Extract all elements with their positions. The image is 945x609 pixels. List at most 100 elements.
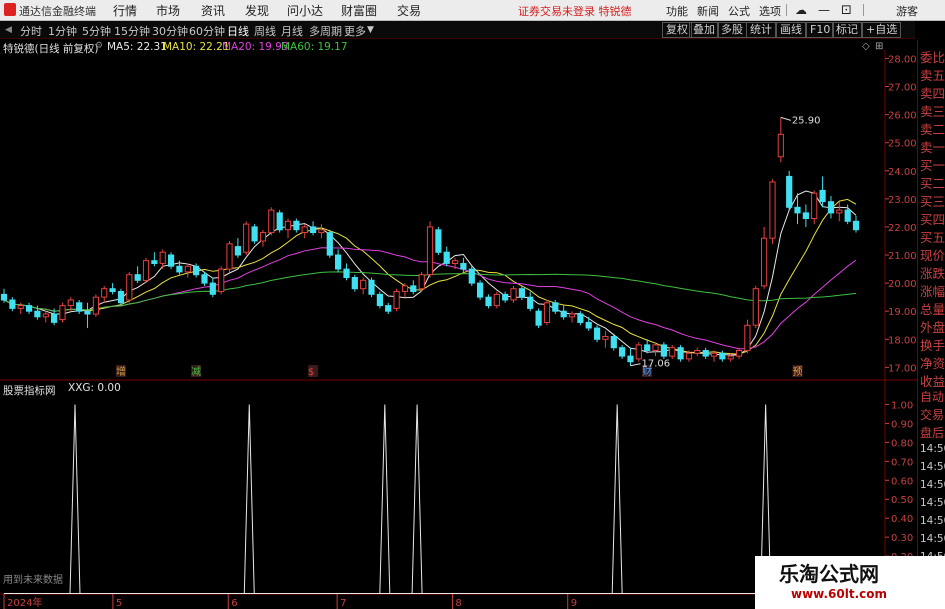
trade-time: 14:50 (920, 443, 945, 455)
menu-trade[interactable]: 交易 (397, 2, 421, 19)
label-sell3: 卖三 (920, 104, 945, 119)
menu-news[interactable]: 资讯 (201, 2, 225, 19)
event-marker-label: 预 (793, 366, 803, 378)
candle-down (34, 310, 41, 318)
stock-name[interactable]: 特锐德(日线 前复权) (3, 41, 99, 56)
candle-up (761, 237, 768, 287)
candle-down (326, 232, 333, 256)
label-change-pct: 涨幅 (920, 284, 945, 299)
candle-down (619, 347, 626, 357)
candle-down (410, 285, 417, 292)
price-tick-label: 21.00 (888, 251, 917, 262)
indicator-tick-label: 0.80 (891, 438, 913, 449)
cloud-icon[interactable]: ☁ (795, 3, 807, 17)
period-more[interactable]: 更多 (344, 23, 366, 39)
candle-down (84, 310, 91, 315)
candle-down (201, 274, 208, 284)
period-monthly[interactable]: 月线 (281, 23, 303, 39)
price-tick-label: 26.00 (888, 111, 917, 122)
login-notice[interactable]: 证券交易未登录 特锐德 (518, 3, 632, 19)
date-tick-label: 5 (116, 598, 122, 609)
adjust-button[interactable]: 复权 (662, 22, 692, 38)
menu-ask-xiaoda[interactable]: 问小达 (287, 2, 323, 19)
candle-down (293, 220, 300, 231)
menu-formula[interactable]: 公式 (728, 3, 750, 19)
candle-down (644, 344, 651, 351)
add-watchlist-button[interactable]: +自选 (862, 22, 902, 38)
label-trade[interactable]: 交易 (920, 406, 944, 423)
ma60-value: MA60: 19.17 (281, 41, 348, 53)
login-notice-text: 证券交易未登录 (518, 5, 595, 18)
candle-up (159, 251, 166, 264)
gear-icon[interactable]: ⚙ (95, 41, 103, 51)
guest-button[interactable]: 游客 (896, 3, 918, 19)
period-15min[interactable]: 15分钟 (114, 23, 150, 39)
candle-down (117, 291, 125, 304)
indicator-tick-label: 1.00 (891, 400, 913, 411)
f10-button[interactable]: F10 (806, 22, 835, 38)
menu-headline-news[interactable]: 新闻 (697, 3, 719, 19)
period-60min[interactable]: 60分钟 (189, 23, 225, 39)
menu-wealth-circle[interactable]: 财富圈 (341, 2, 377, 19)
label-buy1: 买一 (920, 158, 945, 173)
period-1min[interactable]: 1分钟 (48, 23, 77, 39)
ma5-value: MA5: 22.31 (107, 41, 167, 53)
trade-time: 14:50 (920, 515, 945, 527)
chevron-left-icon[interactable]: ◀ (5, 25, 12, 35)
future-data-note: 用到未来数据 (3, 575, 63, 586)
menu-market[interactable]: 市场 (156, 2, 180, 19)
candle-up (694, 350, 701, 354)
period-intraday[interactable]: 分时 (20, 23, 42, 39)
candle-down (51, 313, 58, 323)
layout-icon[interactable]: ⚀ (841, 3, 851, 17)
candle-down (802, 212, 809, 219)
kline-chart[interactable]: 17.00 18.00 19.00 20.00 21.00 22.00 23.00 24.00… (0, 40, 917, 609)
date-tick-label: 9 (571, 598, 577, 609)
candle-up (727, 355, 734, 360)
label-after-hours[interactable]: 盘后 (920, 424, 944, 441)
period-multi[interactable]: 多周期 (309, 23, 342, 39)
indicator-name-text: 股票指标网 (3, 385, 56, 397)
candle-down (468, 268, 475, 284)
candle-down (552, 302, 559, 312)
menu-function[interactable]: 功能 (666, 3, 688, 19)
overlay-button[interactable]: 叠加 (689, 22, 719, 38)
menu-options[interactable]: 选项 (759, 3, 781, 19)
candle-up (59, 305, 66, 321)
candle-up (401, 285, 409, 292)
top-menu-bar: 通达信金融终端 行情 市场 资讯 发现 问小达 财富圈 交易 证券交易未登录 特… (0, 0, 945, 21)
candle-down (351, 277, 358, 290)
statistics-button[interactable]: 统计 (746, 22, 776, 38)
candle-down (376, 293, 383, 307)
period-weekly[interactable]: 周线 (254, 23, 276, 39)
app-logo-icon (4, 3, 16, 16)
candle-down (385, 305, 392, 312)
candle-down (26, 305, 33, 312)
label-auto[interactable]: 自动 (920, 388, 944, 405)
candle-up (510, 288, 517, 301)
expand-icon[interactable]: ⊞ (875, 41, 883, 52)
candle-down (343, 268, 350, 279)
ma20-value: MA20: 19.93 (222, 41, 289, 53)
candle-up (652, 344, 659, 351)
candle-up (259, 232, 267, 242)
divider (863, 4, 864, 16)
multi-stock-button[interactable]: 多股 (717, 22, 747, 38)
zoom-icon[interactable]: ◇ (862, 41, 870, 52)
chevron-down-icon[interactable]: ▼ (367, 25, 374, 35)
menu-quotes[interactable]: 行情 (113, 2, 137, 19)
period-30min[interactable]: 30分钟 (152, 23, 188, 39)
candle-up (777, 133, 784, 158)
label-buy3: 买三 (920, 194, 945, 209)
period-5min[interactable]: 5分钟 (82, 23, 111, 39)
candle-up (736, 350, 743, 357)
period-daily[interactable]: 日线 (227, 23, 249, 39)
draw-line-button[interactable]: 画线 (776, 22, 806, 38)
menu-discover[interactable]: 发现 (245, 2, 269, 19)
price-tick-label: 20.00 (888, 279, 917, 290)
candle-down (560, 310, 567, 318)
minimize-icon[interactable]: — (818, 3, 830, 17)
mark-button[interactable]: 标记 (832, 22, 862, 38)
label-net-asset: 净资 (920, 356, 945, 371)
candle-down (786, 175, 793, 208)
